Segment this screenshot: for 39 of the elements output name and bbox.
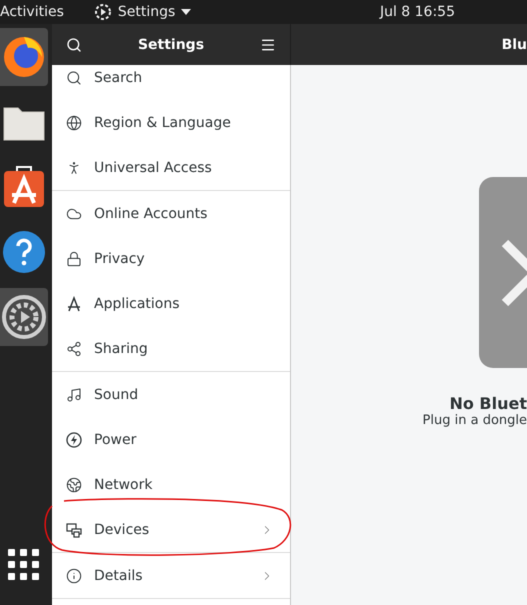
panel-title: Blu (502, 36, 527, 52)
sidebar-item[interactable]: Sound (52, 372, 290, 417)
power-icon (66, 432, 82, 448)
info-icon (66, 568, 82, 584)
clock[interactable]: Jul 8 16:55 (380, 4, 455, 20)
devices-icon (66, 522, 82, 538)
sidebar-item[interactable]: Power (52, 417, 290, 462)
activities-button[interactable]: Activities (0, 4, 64, 20)
search-icon[interactable] (66, 36, 82, 52)
sidebar-item[interactable]: Applications (52, 281, 290, 326)
share-icon (66, 340, 82, 356)
sidebar-item[interactable]: Details (52, 553, 290, 598)
empty-state-message: Plug in a dongle (422, 413, 527, 428)
sidebar-item[interactable]: Privacy (52, 236, 290, 281)
sidebar-item[interactable]: Sharing (52, 326, 290, 371)
browser-icon[interactable] (2, 35, 46, 79)
gear-icon[interactable] (2, 295, 46, 339)
menu-icon[interactable] (260, 36, 276, 52)
sidebar-item[interactable]: Devices (52, 507, 290, 552)
app-grid-icon (8, 549, 40, 581)
empty-state-heading: No Bluet (449, 394, 527, 413)
letter-a-icon (66, 296, 82, 312)
earth-icon (66, 476, 82, 492)
gear-icon (94, 3, 112, 21)
sidebar-title: Settings (136, 36, 206, 52)
globe-icon (66, 114, 82, 130)
sidebar-item[interactable]: Universal Access (52, 145, 290, 190)
app-menu[interactable]: Settings (94, 3, 192, 21)
music-note-icon (66, 386, 82, 402)
caret-icon (181, 9, 192, 15)
sidebar-item[interactable]: Online Accounts (52, 191, 290, 236)
sidebar-item[interactable]: Region & Language (52, 100, 290, 145)
help-icon[interactable] (2, 230, 46, 274)
search-icon (66, 70, 82, 86)
lock-icon (66, 250, 82, 266)
sidebar-item[interactable]: Search (52, 65, 290, 100)
sidebar-item[interactable]: Network (52, 462, 290, 507)
dock-item[interactable] (0, 28, 48, 86)
software-store-icon[interactable] (2, 165, 46, 209)
